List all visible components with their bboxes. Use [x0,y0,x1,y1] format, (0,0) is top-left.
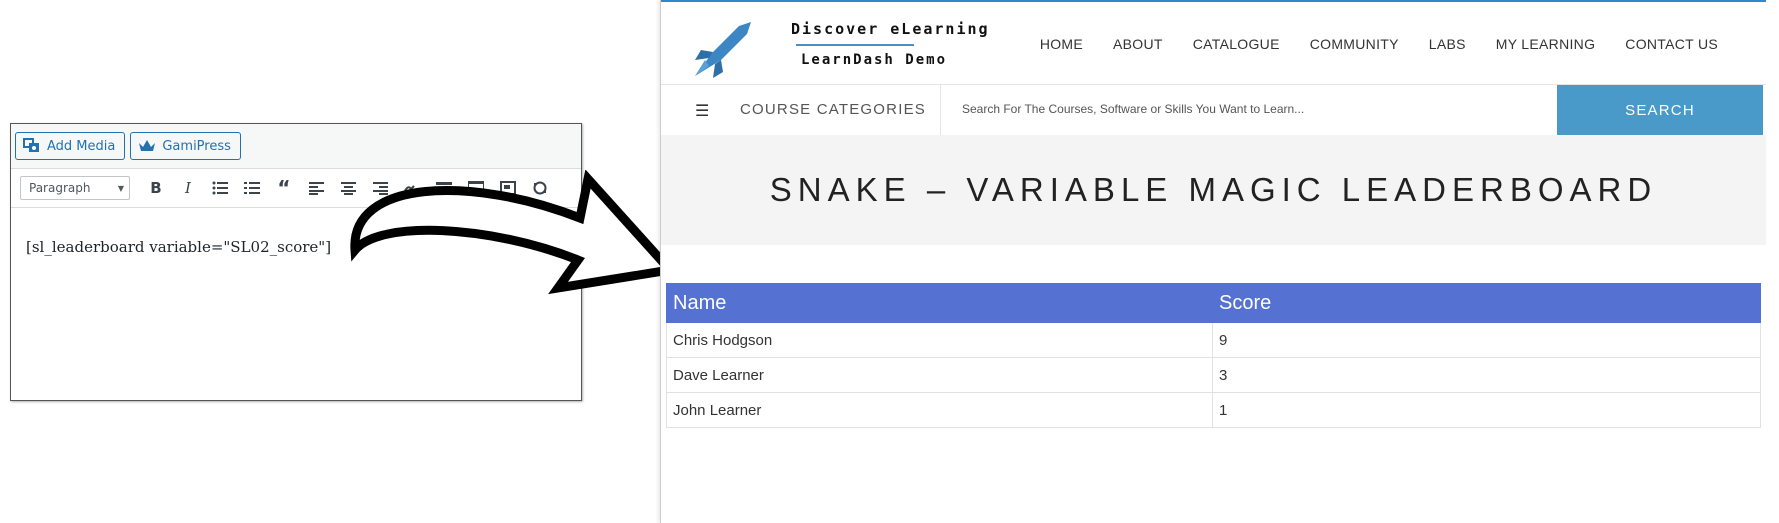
rocket-logo-icon [695,22,751,78]
add-media-icon [23,138,41,154]
table-row: Chris Hodgson 9 [666,322,1761,358]
player-score: 3 [1212,357,1761,393]
align-left-icon[interactable] [300,174,332,202]
website-page: Discover eLearning LearnDash Demo HOME A… [660,0,1766,523]
table-row: Dave Learner 3 [666,357,1761,393]
gamipress-button[interactable]: GamiPress [130,132,241,160]
main-nav: HOME ABOUT CATALOGUE COMMUNITY LABS MY L… [1040,36,1718,52]
player-name: Chris Hodgson [666,322,1213,358]
gamipress-label: GamiPress [162,138,231,154]
nav-labs[interactable]: LABS [1429,36,1466,52]
crown-icon [138,139,156,153]
hamburger-menu-icon[interactable]: ☰ [695,101,709,120]
chevron-down-icon: ▼ [117,183,124,193]
bold-icon[interactable]: B [140,174,172,202]
course-categories-button[interactable]: COURSE CATEGORIES [740,101,926,118]
leaderboard-table: Name Score Chris Hodgson 9 Dave Learner … [666,283,1761,428]
column-header-score: Score [1212,283,1761,323]
italic-icon[interactable]: I [172,174,204,202]
nav-home[interactable]: HOME [1040,36,1083,52]
logo-title: Discover eLearning [791,20,990,38]
blockquote-icon[interactable]: “ [268,174,300,202]
category-search-bar: ☰ COURSE CATEGORIES Search For The Cours… [661,84,1766,136]
nav-contact-us[interactable]: CONTACT US [1625,36,1718,52]
logo-divider [796,44,914,46]
player-score: 9 [1212,322,1761,358]
player-score: 1 [1212,392,1761,428]
format-select-value: Paragraph [29,181,91,195]
nav-about[interactable]: ABOUT [1113,36,1163,52]
add-media-label: Add Media [47,138,116,154]
divider [940,85,941,135]
nav-community[interactable]: COMMUNITY [1310,36,1399,52]
column-header-name: Name [666,283,1213,323]
bullet-list-icon[interactable] [204,174,236,202]
site-logo[interactable]: Discover eLearning LearnDash Demo [691,20,988,78]
page-title: SNAKE – VARIABLE MAGIC LEADERBOARD [769,171,1658,208]
format-select[interactable]: Paragraph ▼ [20,176,130,200]
numbered-list-icon[interactable] [236,174,268,202]
search-input[interactable]: Search For The Courses, Software or Skil… [962,102,1304,116]
table-row: John Learner 1 [666,392,1761,428]
logo-subtitle: LearnDash Demo [801,52,948,68]
media-buttons-bar: Add Media GamiPress [11,124,581,169]
page-title-banner: SNAKE – VARIABLE MAGIC LEADERBOARD [661,135,1766,245]
player-name: John Learner [666,392,1213,428]
table-header-row: Name Score [666,283,1761,323]
search-button[interactable]: SEARCH [1557,85,1763,135]
add-media-button[interactable]: Add Media [15,132,126,160]
curved-arrow-icon [350,170,670,295]
top-accent-line [661,0,1766,2]
nav-my-learning[interactable]: MY LEARNING [1496,36,1596,52]
nav-catalogue[interactable]: CATALOGUE [1193,36,1280,52]
player-name: Dave Learner [666,357,1213,393]
